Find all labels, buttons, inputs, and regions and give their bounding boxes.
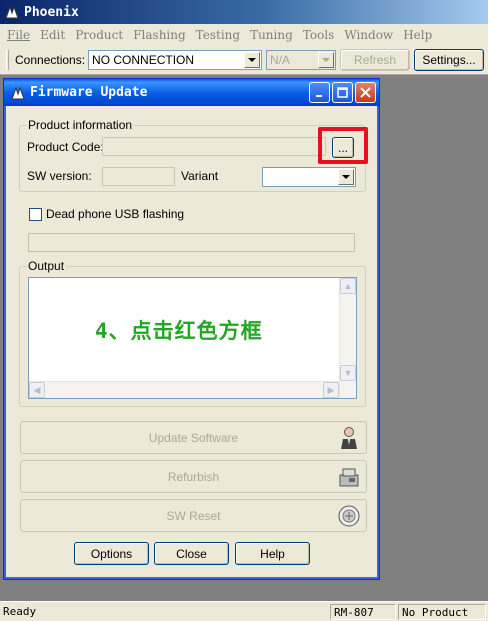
person-icon xyxy=(336,425,362,451)
connection-value: NO CONNECTION xyxy=(92,52,195,67)
variant-label: Variant xyxy=(181,169,219,183)
status-ready: Ready xyxy=(3,605,37,618)
menu-testing[interactable]: Testing xyxy=(191,28,245,42)
connection-select[interactable]: NO CONNECTION xyxy=(88,49,263,70)
firmware-update-window: Firmware Update Product information Prod… xyxy=(3,78,380,580)
vertical-scrollbar[interactable]: ▲ ▼ xyxy=(339,278,356,398)
options-button[interactable]: Options xyxy=(74,542,149,565)
help-button[interactable]: Help xyxy=(235,542,310,565)
refurbish-icon xyxy=(336,464,362,490)
progress-bar xyxy=(28,233,355,252)
output-legend: Output xyxy=(26,259,67,273)
window-title: Firmware Update xyxy=(30,85,148,100)
menu-flashing[interactable]: Flashing xyxy=(128,28,190,42)
menu-bar: File Edit Product Flashing Testing Tunin… xyxy=(0,24,488,45)
reset-icon xyxy=(336,503,362,529)
chevron-down-icon[interactable] xyxy=(338,169,354,185)
status-bar: Ready RM-807 No Product xyxy=(0,601,488,621)
refresh-button[interactable]: Refresh xyxy=(340,48,411,71)
close-icon[interactable] xyxy=(355,82,376,103)
menu-edit[interactable]: Edit xyxy=(35,28,70,42)
connection-toolbar: Connections: NO CONNECTION N/A Refresh S… xyxy=(0,45,488,75)
update-software-label: Update Software xyxy=(148,430,239,445)
refurbish-button[interactable]: Refurbish xyxy=(20,460,367,493)
scroll-up-icon[interactable]: ▲ xyxy=(340,278,356,294)
close-button[interactable]: Close xyxy=(154,542,229,565)
settings-button[interactable]: Settings... xyxy=(414,48,485,71)
chevron-down-icon[interactable] xyxy=(244,51,261,68)
sw-reset-label: SW Reset xyxy=(166,508,221,523)
menu-product[interactable]: Product xyxy=(70,28,128,42)
maximize-icon[interactable] xyxy=(332,82,353,103)
app-title: Phoenix xyxy=(24,4,79,20)
na-select[interactable]: N/A xyxy=(266,49,337,70)
menu-window[interactable]: Window xyxy=(339,28,398,42)
product-info-legend: Product information xyxy=(26,118,135,132)
product-code-label: Product Code: xyxy=(27,140,104,154)
chevron-down-icon[interactable] xyxy=(318,51,335,68)
menu-tuning[interactable]: Tuning xyxy=(245,28,298,42)
scroll-left-icon[interactable]: ◀ xyxy=(29,382,45,398)
minimize-icon[interactable] xyxy=(309,82,330,103)
toolbar-grip[interactable] xyxy=(6,49,9,70)
scroll-down-icon[interactable]: ▼ xyxy=(340,365,356,381)
sw-version-field[interactable] xyxy=(102,167,175,186)
refurbish-label: Refurbish xyxy=(167,469,220,484)
app-title-bar: Phoenix xyxy=(0,0,488,24)
red-highlight-box xyxy=(318,127,368,164)
sw-reset-button[interactable]: SW Reset xyxy=(20,499,367,532)
variant-select[interactable] xyxy=(262,167,356,187)
scroll-right-icon[interactable]: ▶ xyxy=(323,382,339,398)
window-controls xyxy=(309,82,376,103)
update-software-button[interactable]: Update Software xyxy=(20,421,367,454)
connections-label: Connections: xyxy=(15,52,86,67)
product-code-field[interactable] xyxy=(102,137,326,156)
dead-phone-checkbox[interactable] xyxy=(29,208,42,221)
menu-help[interactable]: Help xyxy=(398,28,437,42)
instruction-overlay: 4、点击红色方框 xyxy=(95,319,263,343)
menu-file[interactable]: File xyxy=(2,28,35,42)
phoenix-logo-icon xyxy=(10,85,26,101)
window-title-bar[interactable]: Firmware Update xyxy=(4,79,379,106)
na-value: N/A xyxy=(270,52,291,67)
status-model: RM-807 xyxy=(330,604,396,620)
menu-tools[interactable]: Tools xyxy=(298,28,340,42)
sw-version-label: SW version: xyxy=(27,169,92,183)
status-product: No Product xyxy=(398,604,486,620)
dead-phone-label[interactable]: Dead phone USB flashing xyxy=(46,207,184,221)
horizontal-scrollbar[interactable]: ◀ ▶ xyxy=(29,381,339,398)
phoenix-logo-icon xyxy=(4,4,20,20)
